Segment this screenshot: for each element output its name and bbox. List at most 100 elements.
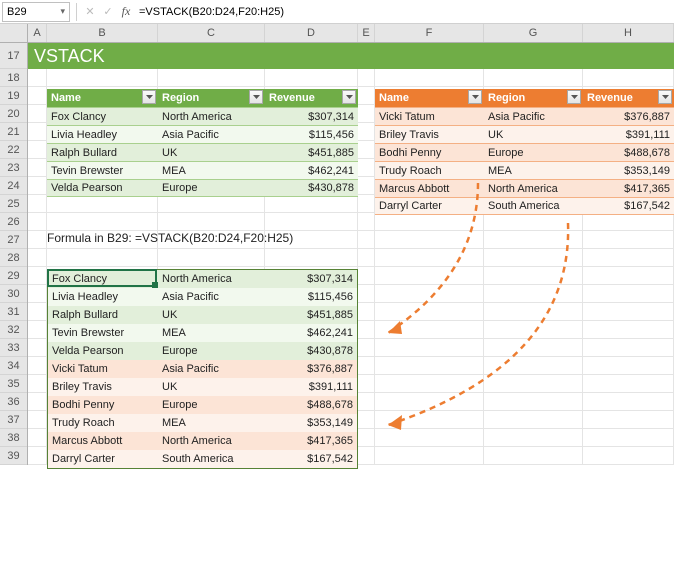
table-row[interactable]: Trudy RoachMEA$353,149 xyxy=(375,161,674,179)
col-header-E[interactable]: E xyxy=(358,24,375,42)
table1-header-revenue[interactable]: Revenue xyxy=(265,89,358,107)
cell[interactable]: Darryl Carter xyxy=(375,198,484,214)
cell[interactable]: $115,456 xyxy=(265,288,357,306)
cell[interactable]: $430,878 xyxy=(265,180,358,196)
result-row[interactable]: Marcus AbbottNorth America$417,365 xyxy=(48,432,357,450)
cell[interactable]: Trudy Roach xyxy=(375,162,484,179)
result-row[interactable]: Velda PearsonEurope$430,878 xyxy=(48,342,357,360)
row-header-38[interactable]: 38 xyxy=(0,429,27,447)
cell[interactable]: $353,149 xyxy=(583,162,674,179)
cell[interactable]: $462,241 xyxy=(265,162,358,179)
cell[interactable]: Europe xyxy=(484,144,583,161)
cell[interactable]: MEA xyxy=(158,324,265,342)
cell[interactable]: Briley Travis xyxy=(375,126,484,143)
name-box[interactable]: B29 ▾ xyxy=(2,2,70,22)
cell[interactable]: Ralph Bullard xyxy=(48,306,158,324)
fx-icon[interactable]: fx xyxy=(118,4,134,20)
select-all-corner[interactable] xyxy=(0,24,28,42)
row-header-29[interactable]: 29 xyxy=(0,267,27,285)
cell[interactable]: $391,111 xyxy=(265,378,357,396)
cell[interactable]: Vicki Tatum xyxy=(375,108,484,125)
row-header-22[interactable]: 22 xyxy=(0,141,27,159)
row-header-25[interactable]: 25 xyxy=(0,195,27,213)
cell[interactable]: Europe xyxy=(158,180,265,196)
result-row[interactable]: Bodhi PennyEurope$488,678 xyxy=(48,396,357,414)
row-header-20[interactable]: 20 xyxy=(0,105,27,123)
cell[interactable]: South America xyxy=(484,198,583,214)
row-header-26[interactable]: 26 xyxy=(0,213,27,231)
row-header-19[interactable]: 19 xyxy=(0,87,27,105)
cell[interactable]: Europe xyxy=(158,396,265,414)
row-header-27[interactable]: 27 xyxy=(0,231,27,249)
cell[interactable]: $307,314 xyxy=(265,270,357,288)
cell[interactable]: Asia Pacific xyxy=(484,108,583,125)
cell[interactable]: North America xyxy=(158,432,265,450)
table-row[interactable]: Velda PearsonEurope$430,878 xyxy=(47,179,358,197)
cell[interactable]: UK xyxy=(158,306,265,324)
cell[interactable]: $376,887 xyxy=(583,108,674,125)
filter-icon[interactable] xyxy=(658,90,672,104)
cell[interactable]: $353,149 xyxy=(265,414,357,432)
cell[interactable]: Trudy Roach xyxy=(48,414,158,432)
row-header-37[interactable]: 37 xyxy=(0,411,27,429)
cell[interactable]: Asia Pacific xyxy=(158,288,265,306)
cell[interactable]: Tevin Brewster xyxy=(47,162,158,179)
row-header-33[interactable]: 33 xyxy=(0,339,27,357)
result-row[interactable]: Briley TravisUK$391,111 xyxy=(48,378,357,396)
cell[interactable]: North America xyxy=(484,180,583,197)
filter-icon[interactable] xyxy=(342,90,356,104)
cell[interactable]: North America xyxy=(158,270,265,288)
result-row[interactable]: Darryl CarterSouth America$167,542 xyxy=(48,450,357,468)
cell[interactable]: UK xyxy=(158,378,265,396)
cell[interactable]: $462,241 xyxy=(265,324,357,342)
cell[interactable]: $417,365 xyxy=(265,432,357,450)
row-header-36[interactable]: 36 xyxy=(0,393,27,411)
cell[interactable]: Briley Travis xyxy=(48,378,158,396)
filter-icon[interactable] xyxy=(567,90,581,104)
cell[interactable]: Fox Clancy xyxy=(48,270,158,288)
cell[interactable]: $488,678 xyxy=(583,144,674,161)
row-header-21[interactable]: 21 xyxy=(0,123,27,141)
cell[interactable]: $488,678 xyxy=(265,396,357,414)
table2-header-region[interactable]: Region xyxy=(484,89,583,107)
cell[interactable]: UK xyxy=(158,144,265,161)
table-row[interactable]: Tevin BrewsterMEA$462,241 xyxy=(47,161,358,179)
cell[interactable]: North America xyxy=(158,108,265,125)
filter-icon[interactable] xyxy=(142,90,156,104)
cell[interactable]: $307,314 xyxy=(265,108,358,125)
filter-icon[interactable] xyxy=(249,90,263,104)
table-row[interactable]: Livia HeadleyAsia Pacific$115,456 xyxy=(47,125,358,143)
cell[interactable]: Marcus Abbott xyxy=(48,432,158,450)
row-header-34[interactable]: 34 xyxy=(0,357,27,375)
col-header-F[interactable]: F xyxy=(375,24,484,42)
row-header-32[interactable]: 32 xyxy=(0,321,27,339)
cell[interactable]: $115,456 xyxy=(265,126,358,143)
table1-header-region[interactable]: Region xyxy=(158,89,265,107)
row-header-35[interactable]: 35 xyxy=(0,375,27,393)
table-row[interactable]: Briley TravisUK$391,111 xyxy=(375,125,674,143)
filter-icon[interactable] xyxy=(468,90,482,104)
formula-input[interactable]: =VSTACK(B20:D24,F20:H25) xyxy=(135,6,674,18)
cell[interactable]: Bodhi Penny xyxy=(48,396,158,414)
cell[interactable]: Asia Pacific xyxy=(158,360,265,378)
cell[interactable]: UK xyxy=(484,126,583,143)
cell[interactable]: MEA xyxy=(158,162,265,179)
col-header-D[interactable]: D xyxy=(265,24,358,42)
result-row[interactable]: Vicki TatumAsia Pacific$376,887 xyxy=(48,360,357,378)
row-header-28[interactable]: 28 xyxy=(0,249,27,267)
result-row[interactable]: Trudy RoachMEA$353,149 xyxy=(48,414,357,432)
cell[interactable]: $376,887 xyxy=(265,360,357,378)
cell[interactable]: $430,878 xyxy=(265,342,357,360)
row-header-30[interactable]: 30 xyxy=(0,285,27,303)
cell[interactable]: MEA xyxy=(158,414,265,432)
chevron-down-icon[interactable]: ▾ xyxy=(60,6,65,17)
row-header-39[interactable]: 39 xyxy=(0,447,27,465)
cancel-icon[interactable]: ✕ xyxy=(82,4,98,20)
row-header-24[interactable]: 24 xyxy=(0,177,27,195)
cell[interactable]: Europe xyxy=(158,342,265,360)
cell[interactable]: $451,885 xyxy=(265,306,357,324)
cell[interactable]: Bodhi Penny xyxy=(375,144,484,161)
table2-header-name[interactable]: Name xyxy=(375,89,484,107)
table-row[interactable]: Fox ClancyNorth America$307,314 xyxy=(47,107,358,125)
row-header-23[interactable]: 23 xyxy=(0,159,27,177)
